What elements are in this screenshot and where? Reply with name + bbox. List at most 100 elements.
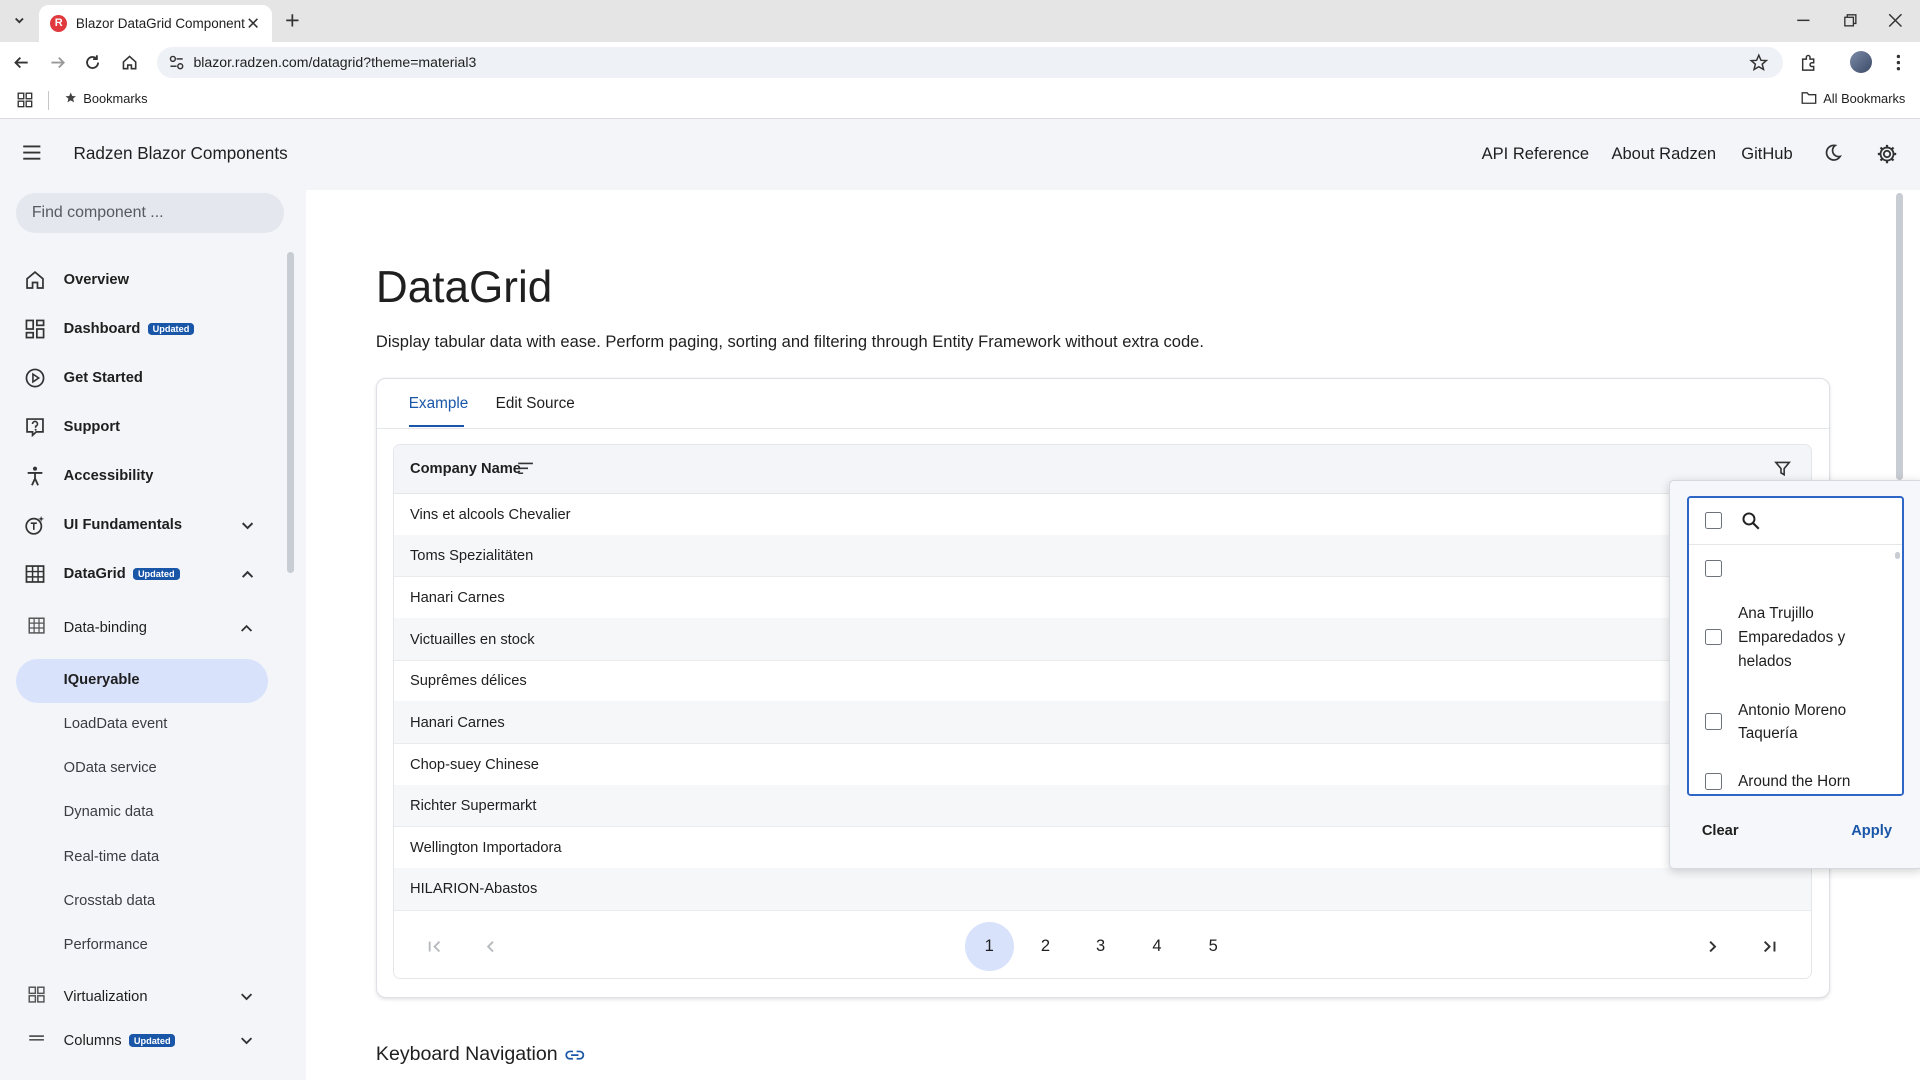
chevron-down-icon[interactable] — [239, 517, 256, 534]
back-arrow-icon[interactable] — [11, 51, 33, 73]
sidebar-item-overview[interactable]: Overview — [0, 258, 284, 302]
sidebar-subitem-iqueryable[interactable] — [15, 658, 269, 703]
profile-avatar[interactable] — [1850, 51, 1873, 74]
extensions-puzzle-icon[interactable] — [1798, 51, 1820, 73]
tab-example[interactable]: Example — [409, 395, 469, 413]
filter-list-scrollbar[interactable] — [1894, 551, 1900, 559]
table-row[interactable]: Hanari Carnes — [394, 577, 1811, 620]
table-row[interactable]: Toms Spezialitäten — [394, 534, 1811, 578]
filter-popup: Ana Trujillo Emparedados y helados Anton… — [1668, 480, 1920, 869]
settings-gear-icon[interactable] — [1876, 143, 1898, 165]
sidebar-subitem-dynamic-data[interactable]: Dynamic data — [64, 804, 154, 820]
virtualization-label: Virtualization — [63, 988, 148, 1005]
link-icon[interactable] — [565, 1049, 585, 1061]
company-name-column-header[interactable]: Company Name — [410, 461, 521, 477]
minimize-icon[interactable] — [1793, 10, 1815, 32]
bookmarks-folder[interactable]: Bookmarks — [64, 91, 148, 106]
sidebar-item-columns[interactable]: Columns Updated — [0, 1019, 284, 1063]
sidebar-item-ui-fundamentals[interactable]: UI Fundamentals — [0, 503, 284, 547]
sidebar-item-support[interactable]: Support — [0, 405, 284, 449]
page-5-button[interactable]: 5 — [1189, 922, 1238, 971]
filter-option-checkbox[interactable] — [1705, 628, 1722, 646]
sidebar-scrollbar[interactable] — [286, 252, 294, 574]
more-vert-icon[interactable] — [1887, 51, 1909, 73]
main-scrollbar[interactable] — [1895, 193, 1903, 480]
page-4-button[interactable]: 4 — [1132, 922, 1181, 971]
clear-button[interactable]: Clear — [1702, 823, 1739, 839]
table-row[interactable]: Richter Supermarkt — [394, 784, 1811, 828]
github-link[interactable]: GitHub — [1741, 144, 1792, 164]
app-title[interactable]: Radzen Blazor Components — [73, 143, 287, 164]
table-row[interactable]: Suprêmes délices — [394, 660, 1811, 703]
sidebar-item-data-binding[interactable]: Data-binding — [0, 606, 284, 650]
company-name-cell: Vins et alcools Chevalier — [409, 506, 571, 523]
all-bookmarks[interactable]: All Bookmarks — [1801, 91, 1905, 106]
apps-grid-icon[interactable] — [17, 92, 34, 109]
updated-badge: Updated — [133, 567, 180, 581]
sidebar-item-accessibility[interactable]: Accessibility — [0, 454, 284, 498]
filter-option-checkbox[interactable] — [1705, 560, 1722, 577]
table-row[interactable]: Wellington Importadora — [394, 826, 1811, 869]
sidebar-subitem-real-time-data[interactable]: Real-time data — [64, 849, 160, 865]
sort-icon[interactable] — [517, 461, 534, 476]
chevron-up-icon[interactable] — [238, 620, 255, 637]
filter-option-checkbox[interactable] — [1705, 713, 1722, 730]
first-page-icon[interactable] — [410, 922, 459, 971]
sidebar-item-virtualization[interactable]: Virtualization — [0, 975, 284, 1019]
table-icon — [24, 563, 46, 585]
tab-edit-source[interactable]: Edit Source — [496, 395, 575, 413]
table-row[interactable]: Victuailles en stock — [394, 618, 1811, 661]
browser-tab[interactable]: R Blazor DataGrid Component wi — [39, 4, 272, 42]
search-icon[interactable] — [1741, 511, 1761, 531]
site-info-icon[interactable] — [167, 53, 187, 73]
table-row[interactable]: Vins et alcools Chevalier — [394, 493, 1811, 536]
tab-search-chevron-icon[interactable] — [7, 10, 31, 32]
api-reference-link[interactable]: API Reference — [1482, 144, 1589, 164]
browser-toolbar: blazor.radzen.com/datagrid?theme=materia… — [0, 41, 1920, 84]
sidebar-item-dashboard[interactable]: Dashboard Updated — [0, 307, 284, 351]
company-name-cell: Victuailles en stock — [409, 631, 535, 648]
sidebar-item-datagrid[interactable]: DataGrid Updated — [0, 552, 284, 596]
chevron-down-icon[interactable] — [238, 1032, 255, 1049]
active-tab-indicator — [408, 424, 464, 428]
sidebar-subitem-crosstab-data[interactable]: Crosstab data — [64, 893, 155, 909]
updated-badge: Updated — [128, 1034, 176, 1047]
sidebar-subitem-odata-service[interactable]: OData service — [64, 760, 157, 776]
forward-arrow-icon[interactable] — [47, 51, 69, 73]
filter-icon[interactable] — [1774, 460, 1792, 477]
app-header: Radzen Blazor Components API Reference A… — [0, 118, 1920, 190]
next-page-icon[interactable] — [1688, 922, 1737, 971]
chevron-down-icon[interactable] — [238, 988, 255, 1005]
apply-button[interactable]: Apply — [1851, 823, 1892, 839]
new-tab-plus-icon[interactable] — [282, 10, 304, 32]
company-name-cell: Wellington Importadora — [409, 839, 562, 856]
table-row[interactable]: Chop-suey Chinese — [394, 743, 1811, 786]
address-bar[interactable]: blazor.radzen.com/datagrid?theme=materia… — [156, 46, 1783, 79]
last-page-icon[interactable] — [1745, 922, 1794, 971]
hamburger-menu-icon[interactable] — [22, 144, 44, 164]
company-name-cell: Hanari Carnes — [409, 589, 505, 606]
home-icon[interactable] — [119, 51, 141, 73]
table-row[interactable]: Hanari Carnes — [394, 701, 1811, 745]
close-tab-icon[interactable] — [245, 15, 262, 32]
select-all-checkbox[interactable] — [1705, 512, 1722, 530]
screen: R Blazor DataGrid Component wi blazor.ra… — [0, 0, 1920, 1080]
dark-mode-moon-icon[interactable] — [1823, 143, 1845, 165]
page-1-button[interactable]: 1 — [964, 921, 1014, 971]
sidebar-subitem-loaddata-event[interactable]: LoadData event — [64, 716, 168, 732]
sidebar-subitem-performance[interactable]: Performance — [64, 937, 148, 953]
find-component-input[interactable]: Find component ... — [15, 193, 285, 233]
chevron-up-icon[interactable] — [239, 566, 256, 583]
keyboard-navigation-title: Keyboard Navigation — [375, 1043, 558, 1066]
previous-page-icon[interactable] — [466, 922, 515, 971]
page-3-button[interactable]: 3 — [1076, 922, 1125, 971]
about-radzen-link[interactable]: About Radzen — [1611, 144, 1716, 164]
filter-option-checkbox[interactable] — [1705, 773, 1722, 790]
close-window-icon[interactable] — [1885, 10, 1907, 32]
page-2-button[interactable]: 2 — [1021, 922, 1070, 971]
sidebar-item-get-started[interactable]: Get Started — [0, 356, 284, 400]
restore-icon[interactable] — [1839, 10, 1861, 32]
reload-icon[interactable] — [82, 51, 104, 73]
bookmark-star-icon[interactable] — [1748, 52, 1769, 73]
table-row[interactable]: HILARION-Abastos — [394, 867, 1811, 911]
